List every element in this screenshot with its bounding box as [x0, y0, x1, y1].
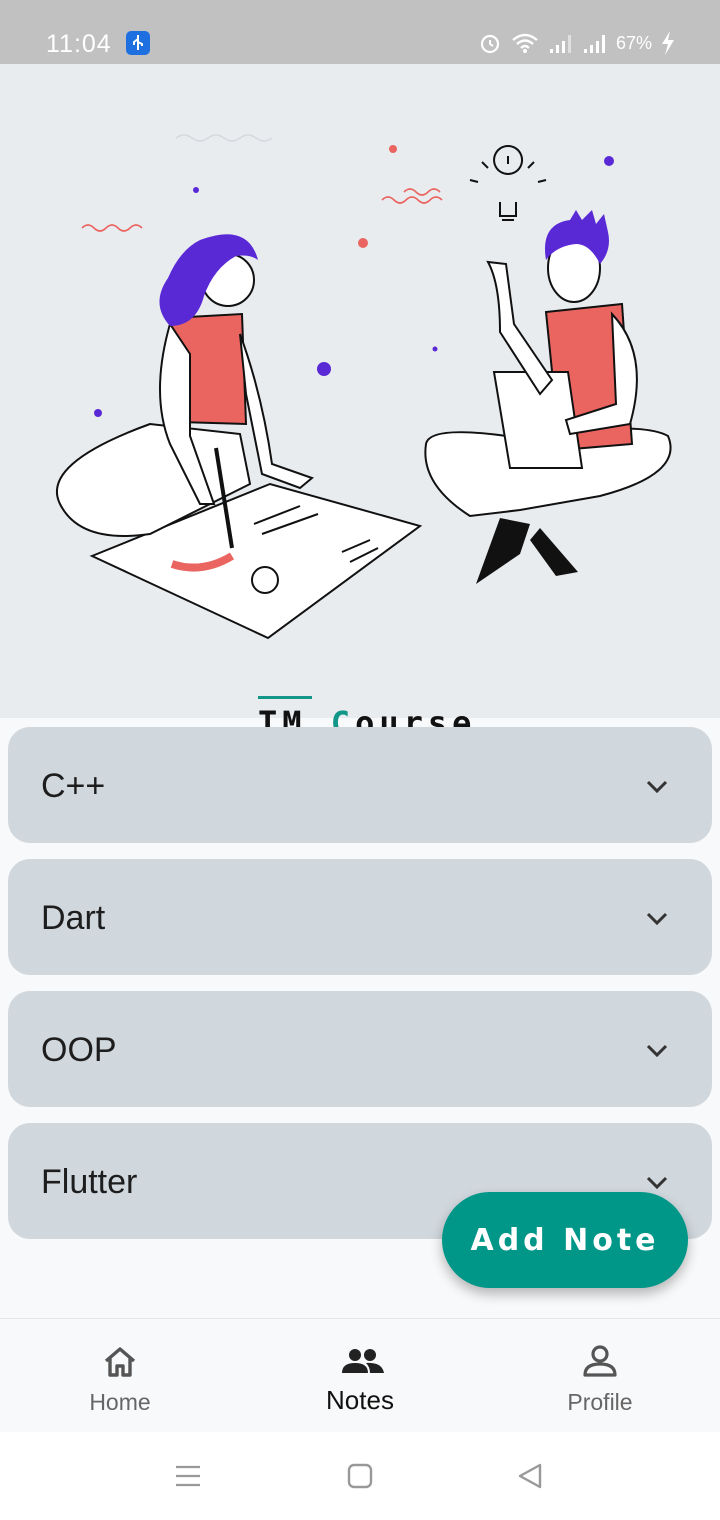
hero-banner: TM Course — [0, 64, 720, 742]
signal-icon — [549, 35, 571, 53]
course-label: Dart — [41, 899, 106, 937]
course-item-oop[interactable]: OOP — [8, 991, 712, 1107]
course-item-cpp[interactable]: C++ — [8, 727, 712, 843]
alarm-icon — [480, 34, 500, 54]
nav-label-home: Home — [89, 1389, 151, 1415]
chevron-down-icon[interactable] — [642, 771, 672, 801]
back-icon[interactable] — [516, 1462, 544, 1490]
status-time: 11:04 — [46, 30, 112, 58]
usb-icon — [126, 31, 150, 55]
nav-label-notes: Notes — [326, 1385, 394, 1415]
course-list: C++ Dart OOP Flutter — [8, 727, 712, 1255]
person-icon — [583, 1345, 617, 1377]
course-item-dart[interactable]: Dart — [8, 859, 712, 975]
battery-percent: 67% — [615, 32, 652, 53]
course-label: OOP — [41, 1031, 117, 1069]
recents-icon[interactable] — [174, 1462, 202, 1490]
add-note-button[interactable]: Add Note — [442, 1192, 688, 1288]
nav-item-notes[interactable]: Notes — [240, 1319, 480, 1433]
people-icon — [342, 1349, 384, 1373]
status-bar: 11:04 67% — [0, 0, 720, 64]
system-navigation-bar — [0, 1432, 720, 1520]
nav-item-home[interactable]: Home — [0, 1319, 240, 1433]
home-icon — [104, 1347, 136, 1377]
charging-icon — [662, 31, 674, 55]
hero-illustration — [55, 134, 672, 640]
course-label: C++ — [41, 767, 106, 805]
home-button-icon[interactable] — [346, 1462, 374, 1490]
signal-icon — [583, 35, 605, 53]
chevron-down-icon[interactable] — [642, 1035, 672, 1065]
nav-label-profile: Profile — [567, 1389, 633, 1415]
nav-item-profile[interactable]: Profile — [480, 1319, 720, 1433]
logo-underline — [258, 696, 312, 699]
course-label: Flutter — [41, 1163, 138, 1201]
wifi-icon — [512, 33, 538, 53]
bottom-navigation: Home Notes Profile — [0, 1318, 720, 1433]
chevron-down-icon[interactable] — [642, 903, 672, 933]
